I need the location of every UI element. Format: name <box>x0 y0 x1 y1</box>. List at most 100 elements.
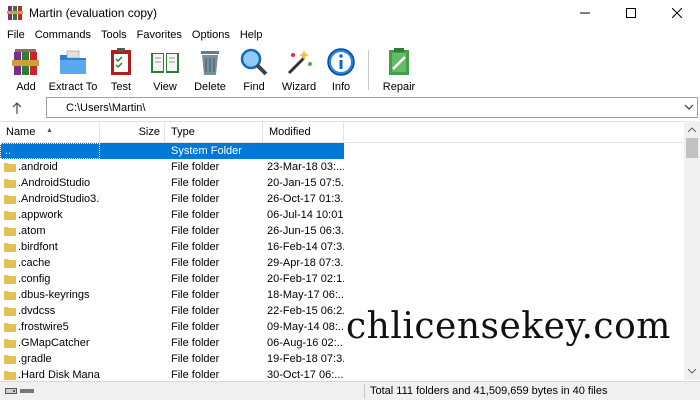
column-modified-label: Modified <box>269 126 311 138</box>
file-row[interactable]: .dbus-keyrings File folder 18-May-17 06:..… <box>0 287 684 303</box>
file-name-cell: .config <box>0 271 100 287</box>
parent-folder-row[interactable]: .. System Folder <box>0 143 684 159</box>
column-header-size[interactable]: Size <box>100 122 165 143</box>
status-divider <box>364 384 365 399</box>
file-modified: 06-Jul-14 10:01 <box>267 209 344 221</box>
menu-tools[interactable]: Tools <box>96 26 132 44</box>
file-size <box>100 255 165 271</box>
file-name-cell: .dbus-keyrings <box>0 287 100 303</box>
file-row[interactable]: .atom File folder 26-Jun-15 06:3... <box>0 223 684 239</box>
maximize-button[interactable] <box>608 0 654 26</box>
file-row[interactable]: .AndroidStudio3.0 File folder 26-Oct-17 01… <box>0 191 684 207</box>
column-header-name[interactable]: ▲ Name <box>0 122 100 143</box>
close-button[interactable] <box>654 0 700 26</box>
folder-icon <box>4 275 16 284</box>
column-header-row: ▲ Name Size Type Modified <box>0 122 684 143</box>
file-name: .dvdcss <box>18 305 56 317</box>
file-type: File folder <box>171 193 220 205</box>
extract-to-button[interactable]: Extract To <box>46 44 100 93</box>
file-type: File folder <box>171 161 220 173</box>
window-title: Martin (evaluation copy) <box>29 6 158 20</box>
file-row[interactable]: .config File folder 20-Feb-17 02:1... <box>0 271 684 287</box>
file-row[interactable]: .AndroidStudio File folder 20-Jan-15 07:5.… <box>0 175 684 191</box>
info-label: Info <box>331 81 351 93</box>
info-button[interactable]: Info <box>322 44 360 93</box>
delete-button[interactable]: Delete <box>188 44 232 93</box>
file-type: File folder <box>171 321 220 333</box>
menu-bar: File Commands Tools Favorites Options He… <box>0 26 700 44</box>
add-button[interactable]: Add <box>6 44 46 93</box>
folder-icon <box>4 307 16 316</box>
menu-options[interactable]: Options <box>187 26 235 44</box>
file-row[interactable]: .appwork File folder 06-Jul-14 10:01 <box>0 207 684 223</box>
file-row[interactable]: .android File folder 23-Mar-18 03:... <box>0 159 684 175</box>
toolbar: Add Extract To Test View Delete Find Wiz… <box>0 44 700 96</box>
status-summary: Total 111 folders and 41,509,659 bytes i… <box>370 385 608 397</box>
file-row[interactable]: .Hard Disk Mana... File folder 30-Oct-17 0… <box>0 367 684 380</box>
scroll-thumb[interactable] <box>686 138 698 158</box>
file-name: .android <box>18 161 58 173</box>
minimize-button[interactable] <box>562 0 608 26</box>
view-button[interactable]: View <box>142 44 188 93</box>
status-icons <box>0 386 36 396</box>
repair-button[interactable]: Repair <box>379 44 419 93</box>
info-icon <box>327 48 355 76</box>
delete-label: Delete <box>194 81 226 93</box>
find-button[interactable]: Find <box>232 44 276 93</box>
add-label: Add <box>16 81 36 93</box>
menu-file[interactable]: File <box>2 26 30 44</box>
folder-icon <box>4 227 16 236</box>
vertical-scrollbar[interactable] <box>684 121 700 380</box>
folder-icon <box>4 291 16 300</box>
file-name-cell: .Hard Disk Mana... <box>0 367 100 380</box>
menu-favorites[interactable]: Favorites <box>132 26 187 44</box>
wizard-button[interactable]: Wizard <box>276 44 322 93</box>
file-size <box>100 271 165 287</box>
file-type: File folder <box>171 305 220 317</box>
scroll-down-button[interactable] <box>684 363 700 380</box>
trash-icon <box>201 51 219 75</box>
chevron-down-icon[interactable] <box>684 102 694 112</box>
menu-commands[interactable]: Commands <box>30 26 96 44</box>
file-type: File folder <box>171 257 220 269</box>
test-button[interactable]: Test <box>100 44 142 93</box>
file-row[interactable]: .birdfont File folder 16-Feb-14 07:3... <box>0 239 684 255</box>
file-name: .birdfont <box>18 241 58 253</box>
view-label: View <box>153 81 177 93</box>
extract-folder-icon <box>60 50 86 74</box>
file-name: .GMapCatcher <box>18 337 90 349</box>
file-type: System Folder <box>165 143 263 159</box>
file-size <box>100 303 165 319</box>
key-icon[interactable] <box>20 388 34 394</box>
winrar-app-icon <box>7 6 23 20</box>
file-modified: 22-Feb-15 06:2... <box>267 305 344 317</box>
file-modified: 09-May-14 08:... <box>267 321 344 333</box>
file-modified: 16-Feb-14 07:3... <box>267 241 344 253</box>
drive-icon[interactable] <box>5 386 17 396</box>
file-size <box>100 287 165 303</box>
file-size <box>100 335 165 351</box>
folder-icon <box>4 243 16 252</box>
menu-help[interactable]: Help <box>235 26 268 44</box>
toolbar-separator <box>368 50 369 90</box>
file-name: .Hard Disk Mana... <box>18 369 100 380</box>
maximize-icon <box>626 8 636 18</box>
file-size <box>100 239 165 255</box>
file-type: File folder <box>171 369 220 380</box>
file-name: .atom <box>18 225 46 237</box>
path-input[interactable]: C:\Users\Martin\ <box>46 97 698 118</box>
scroll-up-button[interactable] <box>684 121 700 138</box>
test-clipboard-icon <box>111 48 131 75</box>
file-row[interactable]: .gradle File folder 19-Feb-18 07:3... <box>0 351 684 367</box>
up-folder-button[interactable] <box>0 96 34 120</box>
file-row[interactable]: .cache File folder 29-Apr-18 07:3... <box>0 255 684 271</box>
column-header-type[interactable]: Type <box>165 122 263 143</box>
file-name: .. <box>5 145 12 157</box>
folder-icon <box>4 323 16 332</box>
file-modified: 29-Apr-18 07:3... <box>267 257 344 269</box>
file-type: File folder <box>171 273 220 285</box>
file-type: File folder <box>171 353 220 365</box>
file-size <box>100 319 165 335</box>
column-header-modified[interactable]: Modified <box>263 122 344 143</box>
file-name: .cache <box>18 257 51 269</box>
